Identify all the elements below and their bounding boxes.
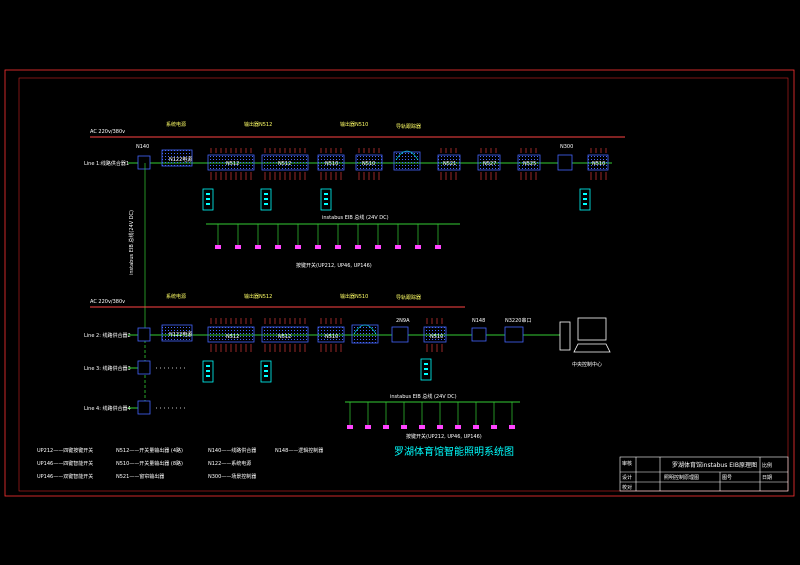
module-n300 xyxy=(557,154,573,171)
module-n512b-text: N512 xyxy=(278,161,291,167)
button-label-2: 按键开关(UP212, UP46, UP146) xyxy=(406,433,482,440)
control-center-label: 中央控制中心 xyxy=(572,361,602,368)
module-n510c-text: N510 xyxy=(592,161,605,167)
legend: UP212——四键按键开关 N512——开关量输出器 (4路) N140——线路… xyxy=(37,447,323,480)
module-n3220-2: N3220串口 xyxy=(505,318,531,324)
module-n527-text: N527 xyxy=(483,161,496,167)
bus-switches-1 xyxy=(215,245,441,249)
line-label-1: Line 1:线路供合器1 xyxy=(84,160,129,167)
header-tracker-1: 导轨跟踪器 xyxy=(396,123,421,130)
drawing-inner-frame xyxy=(18,77,789,492)
lighting-system-diagram: AC 220v/380v 系统电源 输出器N512 输出器N510 导轨跟踪器 … xyxy=(4,69,795,497)
module-n510a-text: N510 xyxy=(325,161,338,167)
module-n525-text: N525 xyxy=(523,161,536,167)
control-center-computer xyxy=(559,317,611,353)
legend-1-3: N140——线路供合器 xyxy=(208,447,256,454)
module-tracker-1 xyxy=(393,151,421,171)
bus-label-1: instabus EIB 总线 (24V DC) xyxy=(322,214,389,221)
module-power-2-text: N122电源 xyxy=(169,331,192,338)
header-tracker-2: 导轨跟踪器 xyxy=(396,294,421,301)
legend-3-1: UP146——双键智能开关 xyxy=(37,473,93,480)
ac-label-1: AC 220v/380v xyxy=(90,129,125,135)
diagram-title: 罗湖体育馆智能照明系统图 xyxy=(394,445,514,458)
legend-1-1: UP212——四键按键开关 xyxy=(37,447,93,454)
header-n510-2: 输出器N510 xyxy=(340,293,368,300)
module-power-text: N122电源 xyxy=(169,156,192,163)
module-n140 xyxy=(137,155,151,170)
header-power-2: 系统电源 xyxy=(166,293,186,300)
modules-row-1 xyxy=(137,149,609,171)
legend-3-3: N300——场景控制器 xyxy=(208,473,256,480)
module-n350-2: 2N9A xyxy=(396,318,410,324)
line-label-2: Line 2: 线路供合器2 xyxy=(84,332,131,339)
module-n148-2: N148 xyxy=(472,318,485,324)
title-block-label-2: 设计 xyxy=(622,474,632,481)
title-block-label-5: 比例 xyxy=(762,462,772,469)
legend-1-2: N512——开关量输出器 (4路) xyxy=(116,447,183,454)
module-n510b-2: N510 xyxy=(430,334,443,340)
module-n300-label: N300 xyxy=(560,144,573,150)
legend-2-3: N122——系统电源 xyxy=(208,460,251,467)
bus-label-2: instabus EIB 总线 (24V DC) xyxy=(390,393,457,400)
legend-2-2: N510——开关量输出器 (8路) xyxy=(116,460,183,467)
legend-1-4: N148——逻辑控制器 xyxy=(275,447,323,454)
ac-label-2: AC 220v/380v xyxy=(90,299,125,305)
module-n512b-2: N512 xyxy=(278,334,291,340)
legend-3-2: N521——窗帘输出器 xyxy=(116,473,164,480)
bus-switches-2 xyxy=(347,425,515,429)
title-block-label-3: 校对 xyxy=(622,484,632,491)
header-n510-1: 输出器N510 xyxy=(340,121,368,128)
bus-vertical-label: instabus EIB 总线(24V DC) xyxy=(128,210,135,275)
header-power-1: 系统电源 xyxy=(166,121,186,128)
module-n512a-2: N512 xyxy=(226,334,239,340)
line-label-4: Line 4: 线路供合器4 xyxy=(84,405,131,412)
bus-drops-2 xyxy=(349,402,513,426)
module-n140-label: N140 xyxy=(136,144,149,150)
header-n512-2: 输出器N512 xyxy=(244,293,272,300)
bus-drops-1 xyxy=(144,163,439,334)
legend-2-1: UP146——四键智能开关 xyxy=(37,460,93,467)
title-block-sub: 照明控制原理图 xyxy=(664,474,699,481)
header-n512-1: 输出器N512 xyxy=(244,121,272,128)
title-block-label-1: 审核 xyxy=(622,460,632,467)
section-1: AC 220v/380v 系统电源 输出器N512 输出器N510 导轨跟踪器 … xyxy=(84,121,625,334)
module-n510a-2: N510 xyxy=(325,334,338,340)
title-block-main: 罗湖体育馆instabus EIB原理图 xyxy=(672,461,757,469)
module-n510b-text: N510 xyxy=(362,161,375,167)
panels-1 xyxy=(202,188,591,211)
panels-2 xyxy=(202,358,432,383)
button-label-1: 按键开关(UP212, UP46, UP146) xyxy=(296,262,372,269)
section-2: AC 220v/380v 系统电源 输出器N512 输出器N510 导轨跟踪器 … xyxy=(84,293,611,440)
module-n521-text: N521 xyxy=(443,161,456,167)
title-block-label-4: 图号 xyxy=(722,475,732,481)
module-n512a-text: N512 xyxy=(226,161,239,167)
line-label-3: Line 3: 线路供合器3 xyxy=(84,365,131,372)
title-block-label-6: 日期 xyxy=(762,475,772,481)
